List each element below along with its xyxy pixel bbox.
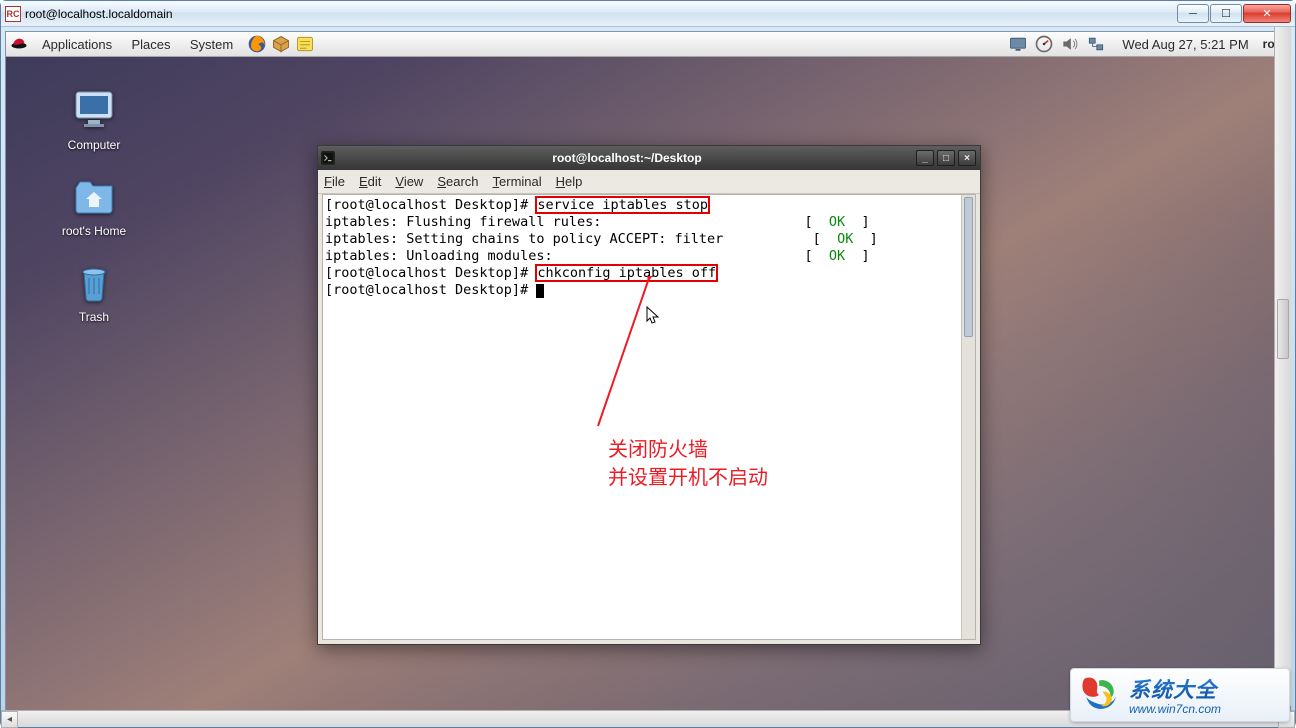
- minimize-button[interactable]: ─: [1177, 4, 1209, 23]
- terminal-menu-view[interactable]: View: [395, 174, 423, 189]
- win7-titlebar[interactable]: RC root@localhost.localdomain ─ ☐ ✕: [1, 1, 1295, 27]
- firefox-icon[interactable]: [247, 34, 267, 54]
- redhat-icon: [10, 35, 28, 53]
- terminal-scrollbar[interactable]: [961, 195, 975, 639]
- gnome-menu-bar: Applications Places System: [34, 37, 241, 52]
- gnome-panel: Applications Places System Wed Aug 27, 5…: [6, 32, 1290, 57]
- vm-viewport: Applications Places System Wed Aug 27, 5…: [5, 31, 1291, 723]
- terminal-scrollbar-thumb[interactable]: [964, 197, 973, 337]
- terminal-menu-help[interactable]: Help: [556, 174, 583, 189]
- notes-icon[interactable]: [295, 34, 315, 54]
- annotation-text: 关闭防火墙 并设置开机不启动: [608, 436, 768, 492]
- desktop-icon-label: Computer: [46, 138, 142, 152]
- watermark-url: www.win7cn.com: [1129, 702, 1221, 716]
- close-button[interactable]: ✕: [1243, 4, 1291, 23]
- terminal-title: root@localhost:~/Desktop: [338, 151, 916, 165]
- terminal-menu-edit[interactable]: Edit: [359, 174, 381, 189]
- folder-home-icon: [70, 172, 118, 220]
- computer-icon: [70, 86, 118, 134]
- annotation-arrow: [588, 276, 658, 436]
- desktop-icon-trash[interactable]: Trash: [46, 258, 142, 324]
- terminal-menu-terminal[interactable]: Terminal: [493, 174, 542, 189]
- terminal-icon: [318, 151, 338, 165]
- terminal-window: root@localhost:~/Desktop _ □ × File Edit…: [317, 145, 981, 645]
- gnome-desktop[interactable]: Applications Places System Wed Aug 27, 5…: [6, 32, 1290, 722]
- network-tray-icon[interactable]: [1086, 34, 1106, 54]
- terminal-maximize-button[interactable]: □: [937, 150, 955, 166]
- display-tray-icon[interactable]: [1008, 34, 1028, 54]
- terminal-close-button[interactable]: ×: [958, 150, 976, 166]
- desktop-icon-label: root's Home: [46, 224, 142, 238]
- menu-system[interactable]: System: [182, 37, 241, 52]
- watermark-brand: 系统大全: [1129, 674, 1221, 704]
- desktop-icon-home[interactable]: root's Home: [46, 172, 142, 238]
- app-icon: RC: [5, 6, 21, 22]
- win7-title: root@localhost.localdomain: [25, 7, 173, 21]
- package-icon[interactable]: [271, 34, 291, 54]
- scroll-left-button[interactable]: ◂: [1, 711, 18, 728]
- terminal-menu-file[interactable]: File: [324, 174, 345, 189]
- terminal-menu-search[interactable]: Search: [437, 174, 478, 189]
- cpu-tray-icon[interactable]: [1034, 34, 1054, 54]
- desktop-icon-computer[interactable]: Computer: [46, 86, 142, 152]
- gnome-clock[interactable]: Wed Aug 27, 5:21 PM: [1122, 37, 1248, 52]
- maximize-button[interactable]: ☐: [1210, 4, 1242, 23]
- terminal-titlebar[interactable]: root@localhost:~/Desktop _ □ ×: [318, 146, 980, 170]
- terminal-menubar: File Edit View Search Terminal Help: [318, 170, 980, 194]
- menu-places[interactable]: Places: [123, 37, 178, 52]
- trash-icon: [70, 258, 118, 306]
- scrollbar-thumb[interactable]: [1277, 299, 1289, 359]
- watermark-logo-icon: [1079, 675, 1123, 715]
- watermark-badge: 系统大全 www.win7cn.com: [1070, 668, 1290, 722]
- terminal-minimize-button[interactable]: _: [916, 150, 934, 166]
- terminal-cursor: [536, 284, 544, 298]
- mouse-pointer-icon: [646, 306, 660, 326]
- volume-tray-icon[interactable]: [1060, 34, 1080, 54]
- win7-window: RC root@localhost.localdomain ─ ☐ ✕ Appl…: [0, 0, 1296, 728]
- menu-applications[interactable]: Applications: [34, 37, 120, 52]
- desktop-icon-label: Trash: [46, 310, 142, 324]
- highlight-cmd-1: service iptables stop: [536, 197, 709, 213]
- host-vertical-scrollbar[interactable]: [1274, 27, 1291, 706]
